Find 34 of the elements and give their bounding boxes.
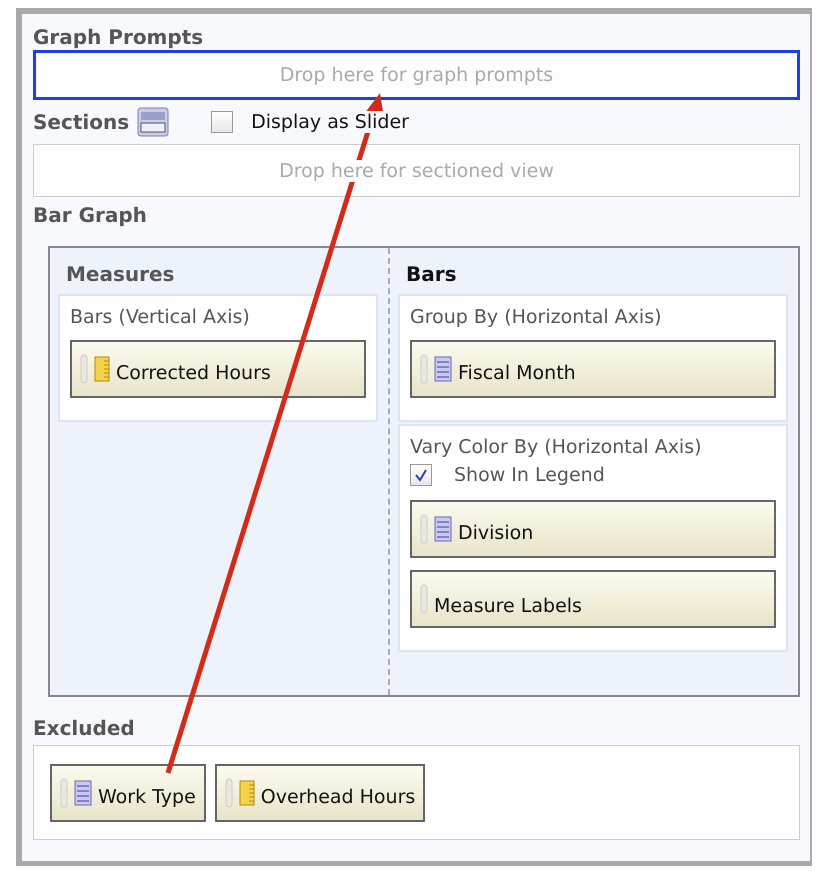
field-pill[interactable]: Division	[410, 500, 776, 558]
section-heading: Bar Graph	[33, 202, 148, 228]
checkbox-label: Display as Slider	[251, 111, 409, 133]
grip-icon	[80, 354, 88, 384]
grid-icon	[137, 107, 170, 137]
column-heading: Measures	[66, 262, 176, 288]
checkbox-label: Show In Legend	[454, 464, 605, 486]
list-icon	[434, 516, 452, 542]
placeholder-text: Drop here for sectioned view	[279, 160, 554, 182]
section-heading: Sections	[33, 109, 130, 135]
column-heading: Bars	[406, 262, 458, 288]
list-icon	[434, 356, 452, 382]
field-pill[interactable]: Overhead Hours	[214, 764, 426, 822]
list-icon	[74, 780, 92, 806]
field-pill[interactable]: Corrected Hours	[70, 340, 366, 398]
checkbox[interactable]	[211, 111, 234, 133]
ruler-icon	[94, 356, 110, 382]
section-heading: Graph Prompts	[33, 24, 204, 50]
grip-icon	[224, 778, 233, 808]
field-pill[interactable]: Fiscal Month	[410, 340, 776, 398]
panel-label: Group By (Horizontal Axis)	[410, 306, 662, 328]
ruler-icon	[238, 780, 255, 806]
grip-icon	[420, 514, 428, 544]
drop-zone[interactable]: Work Type Overhead Hours	[33, 745, 800, 840]
field-pill[interactable]: Measure Labels	[410, 570, 776, 628]
field-pill[interactable]: Work Type	[50, 764, 206, 822]
checkbox[interactable]	[410, 464, 432, 486]
check-icon	[414, 468, 428, 482]
section-heading: Excluded	[33, 715, 136, 741]
grip-icon	[60, 778, 68, 808]
panel-label: Bars (Vertical Axis)	[70, 306, 251, 328]
grip-icon	[420, 354, 428, 384]
grip-icon	[420, 584, 428, 614]
panel-label: Vary Color By (Horizontal Axis)	[410, 436, 703, 458]
